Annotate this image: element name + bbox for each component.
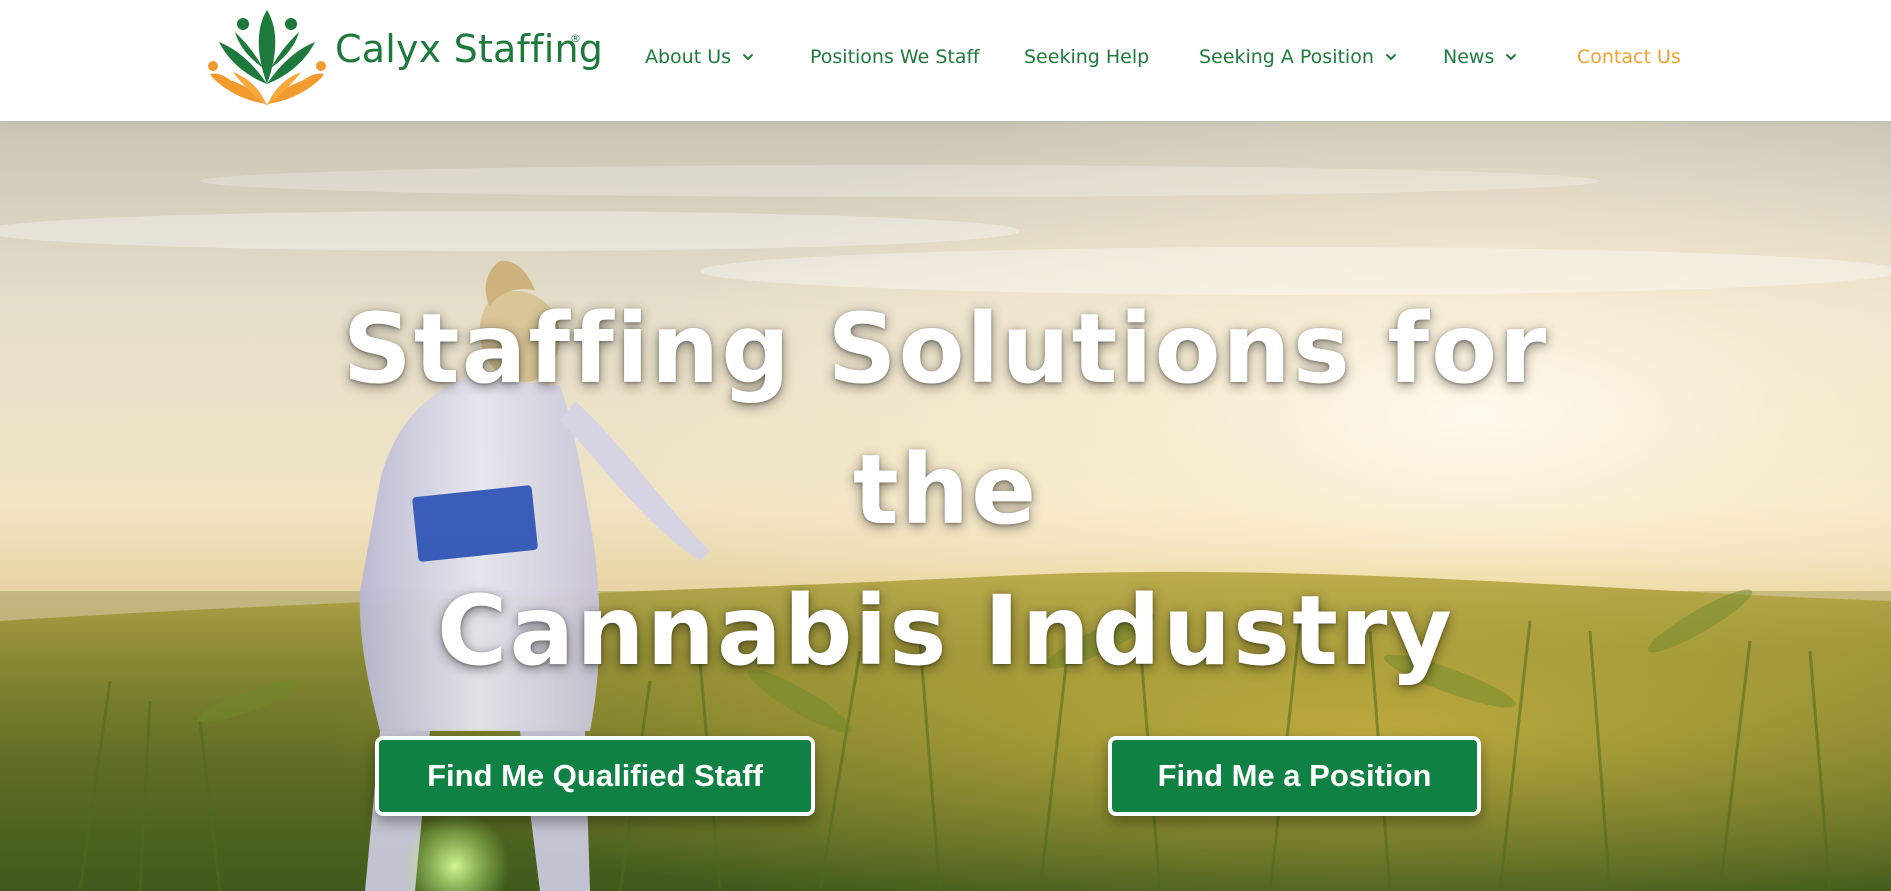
- hero-title-line-1: Staffing Solutions for the: [342, 293, 1549, 546]
- nav-item-about-us[interactable]: About Us: [645, 44, 754, 70]
- nav-label: Positions We Staff: [810, 46, 980, 68]
- nav-item-seeking-a-position[interactable]: Seeking A Position: [1199, 44, 1397, 70]
- nav-label: Contact Us: [1577, 46, 1681, 68]
- page: Calyx Staffing ® About Us Positions We S…: [0, 0, 1891, 891]
- find-position-button[interactable]: Find Me a Position: [1108, 736, 1481, 816]
- nav-label: News: [1443, 46, 1495, 68]
- chevron-down-icon: [1506, 54, 1517, 60]
- nav-item-positions-we-staff[interactable]: Positions We Staff: [810, 44, 980, 70]
- nav-label: Seeking Help: [1024, 46, 1150, 68]
- find-qualified-staff-button[interactable]: Find Me Qualified Staff: [375, 736, 815, 816]
- site-header: Calyx Staffing ® About Us Positions We S…: [0, 0, 1891, 121]
- chevron-down-icon: [1385, 54, 1396, 60]
- hero-title-line-2: Cannabis Industry: [437, 575, 1454, 687]
- nav-label: About Us: [645, 46, 732, 68]
- nav-label: Seeking A Position: [1199, 46, 1374, 68]
- chevron-down-icon: [743, 54, 754, 60]
- main-nav: About Us Positions We Staff Seeking Help…: [0, 0, 1891, 121]
- nav-item-seeking-help[interactable]: Seeking Help: [1024, 44, 1149, 70]
- nav-item-contact-us[interactable]: Contact Us: [1577, 44, 1681, 70]
- hero-section: Staffing Solutions for the Cannabis Indu…: [0, 121, 1891, 891]
- hero-title: Staffing Solutions for the Cannabis Indu…: [300, 279, 1591, 702]
- nav-item-news[interactable]: News: [1443, 44, 1517, 70]
